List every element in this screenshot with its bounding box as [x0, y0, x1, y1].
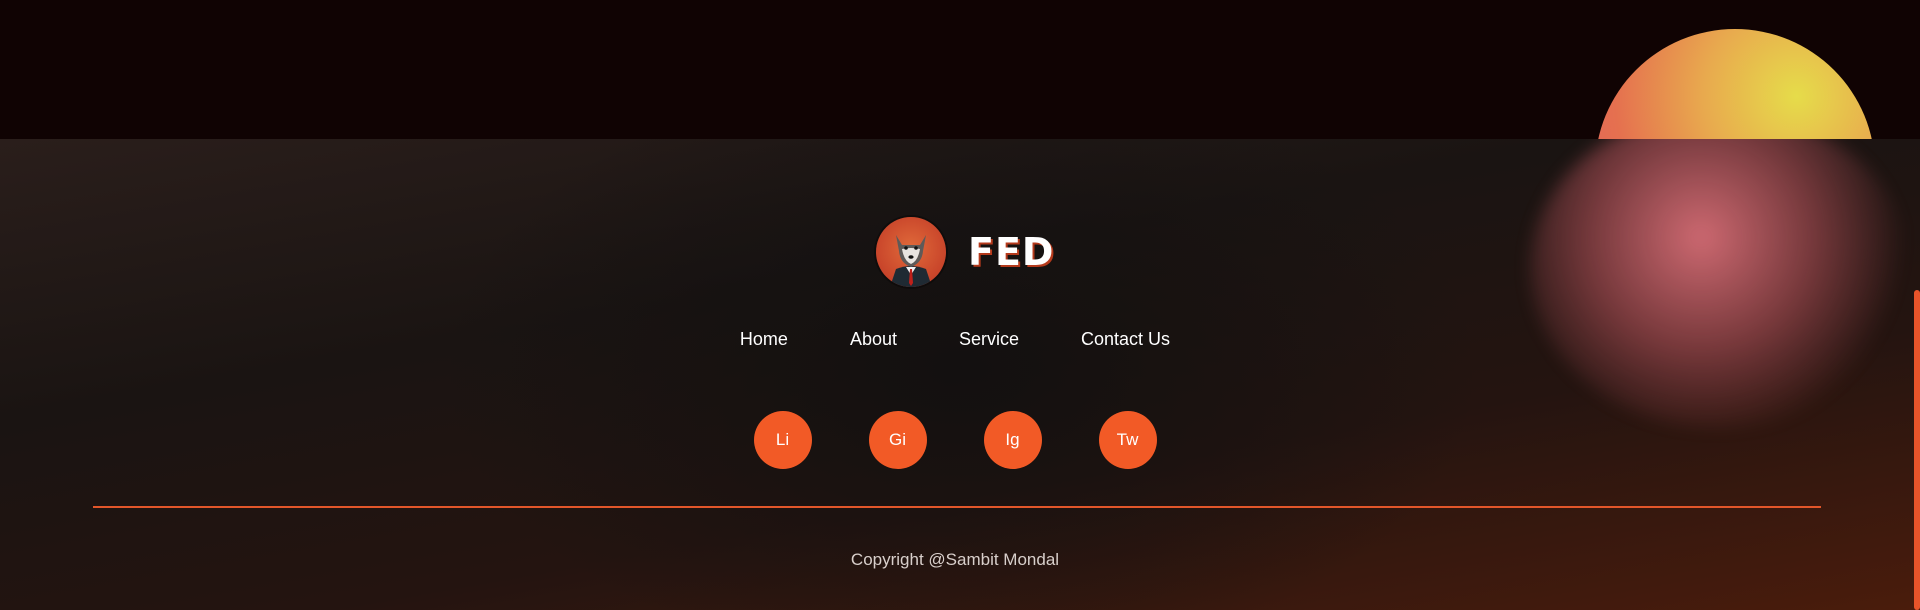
twitter-label: Tw: [1116, 430, 1139, 449]
nav-link-about[interactable]: About: [850, 329, 897, 350]
copyright-text: Copyright @Sambit Mondal: [850, 550, 1060, 569]
nav-link-contact-us[interactable]: Contact Us: [1081, 329, 1170, 350]
twitter-button[interactable]: Tw: [1098, 411, 1157, 469]
github-label: Gi: [889, 430, 906, 449]
brand-name: FED: [968, 230, 1055, 274]
decorative-glow: [1530, 139, 1910, 429]
instagram-label: Ig: [1005, 430, 1020, 449]
wolf-in-suit-icon: [876, 217, 946, 287]
linkedin-label: Li: [775, 430, 790, 449]
footer-divider: [93, 506, 1821, 508]
brand[interactable]: FED: [876, 216, 1054, 288]
site-footer: FED Home About Service Contact Us Li Gi …: [0, 139, 1920, 610]
github-button[interactable]: Gi: [868, 411, 927, 469]
nav-link-home[interactable]: Home: [740, 329, 788, 350]
nav-link-service[interactable]: Service: [959, 329, 1019, 350]
linkedin-button[interactable]: Li: [753, 411, 812, 469]
page-scrollbar[interactable]: [1914, 290, 1920, 610]
footer-nav: Home About Service Contact Us: [0, 329, 1910, 350]
instagram-button[interactable]: Ig: [983, 411, 1042, 469]
social-links: Li Gi Ig Tw: [0, 411, 1910, 469]
